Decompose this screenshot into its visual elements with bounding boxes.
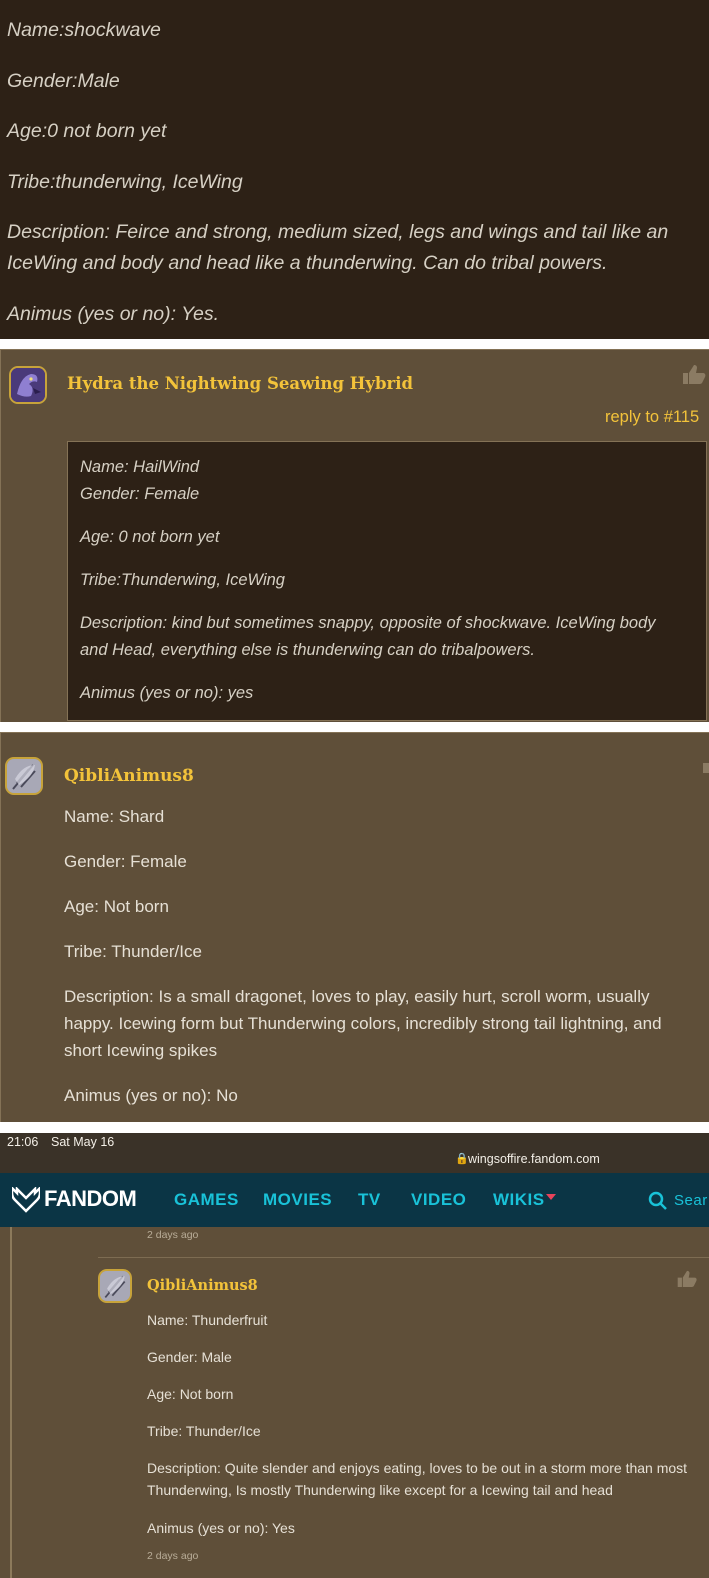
- field-description: Description: Feirce and strong, medium s…: [7, 221, 669, 274]
- nav-games[interactable]: GAMES: [174, 1190, 239, 1210]
- lock-icon: 🔒: [455, 1153, 469, 1165]
- status-time: 21:06: [7, 1135, 39, 1149]
- username[interactable]: QibliAnimus8: [64, 766, 194, 786]
- feather-avatar-icon: [100, 1271, 130, 1301]
- field-name: Name: Shard: [64, 807, 165, 826]
- field-animus: Animus (yes or no): Yes.: [7, 303, 220, 325]
- thumbs-up-icon[interactable]: [681, 363, 707, 391]
- comment-shard: QibliAnimus8 Name: Shard Gender: Female …: [0, 732, 709, 1122]
- field-age: Age:0 not born yet: [7, 120, 167, 142]
- comment-hydra: Hydra the Nightwing Seawing Hybrid reply…: [0, 349, 709, 722]
- nav-video[interactable]: VIDEO: [411, 1190, 466, 1210]
- field-tribe: Tribe: Thunder/Ice: [147, 1423, 261, 1439]
- avatar[interactable]: [98, 1269, 132, 1303]
- nav-movies[interactable]: MOVIES: [263, 1190, 332, 1210]
- field-description: Description: Quite slender and enjoys ea…: [147, 1460, 688, 1498]
- dragon-avatar-icon: [11, 368, 45, 402]
- username[interactable]: QibliAnimus8: [147, 1277, 258, 1294]
- thumbs-up-icon[interactable]: [676, 1269, 698, 1294]
- fandom-heart-icon[interactable]: [12, 1187, 40, 1213]
- comment-timestamp: 2 days ago: [147, 1550, 199, 1562]
- field-gender: Gender: Male: [147, 1349, 232, 1365]
- quote-name: Name: HailWind: [80, 458, 200, 476]
- field-gender: Gender: Female: [64, 852, 187, 871]
- url-bar[interactable]: wingsoffire.fandom.com: [468, 1152, 600, 1166]
- quote-gender: Gender: Female: [80, 485, 200, 503]
- reply-to-link[interactable]: reply to #115: [605, 408, 699, 427]
- nav-tv[interactable]: TV: [358, 1190, 381, 1210]
- thread-line: [10, 1227, 12, 1578]
- status-bar: 21:06 Sat May 16 🔒 wingsoffire.fandom.co…: [0, 1133, 709, 1173]
- field-animus: Animus (yes or no): Yes: [147, 1520, 295, 1536]
- thumbs-up-icon[interactable]: [703, 763, 709, 773]
- divider: [98, 1257, 709, 1258]
- quote-animus: Animus (yes or no): yes: [80, 684, 254, 702]
- field-name: Name: Thunderfruit: [147, 1312, 268, 1328]
- nav-wikis[interactable]: WIKIS: [493, 1190, 545, 1210]
- field-name: Name:shockwave: [7, 19, 161, 41]
- avatar[interactable]: [9, 366, 47, 404]
- quote-tribe: Tribe:Thunderwing, IceWing: [80, 571, 285, 589]
- status-date: Sat May 16: [51, 1135, 115, 1149]
- quote-description: Description: kind but sometimes snappy, …: [80, 614, 656, 659]
- field-gender: Gender:Male: [7, 70, 120, 92]
- field-age: Age: Not born: [64, 897, 169, 916]
- previous-timestamp: 2 days ago: [147, 1229, 199, 1241]
- search-label[interactable]: Sear: [674, 1192, 708, 1209]
- fandom-screenshot: 21:06 Sat May 16 🔒 wingsoffire.fandom.co…: [0, 1133, 709, 1578]
- fandom-nav: FANDOM GAMES MOVIES TV VIDEO WIKIS Sear: [0, 1173, 709, 1227]
- quoted-comment: Name: HailWind Gender: Female Age: 0 not…: [67, 441, 707, 721]
- quote-age: Age: 0 not born yet: [80, 528, 220, 546]
- feather-avatar-icon: [7, 759, 41, 793]
- comment-body-shockwave: Name:shockwave Gender:Male Age:0 not bor…: [0, 0, 709, 339]
- username[interactable]: Hydra the Nightwing Seawing Hybrid: [67, 374, 413, 393]
- field-age: Age: Not born: [147, 1386, 234, 1402]
- search-icon[interactable]: [648, 1191, 668, 1211]
- avatar[interactable]: [5, 757, 43, 795]
- field-animus: Animus (yes or no): No: [64, 1086, 238, 1105]
- field-tribe: Tribe:thunderwing, IceWing: [7, 171, 243, 193]
- fandom-logo[interactable]: FANDOM: [44, 1186, 137, 1212]
- chevron-down-icon[interactable]: [546, 1194, 556, 1200]
- field-tribe: Tribe: Thunder/Ice: [64, 942, 202, 961]
- field-description: Description: Is a small dragonet, loves …: [64, 987, 662, 1060]
